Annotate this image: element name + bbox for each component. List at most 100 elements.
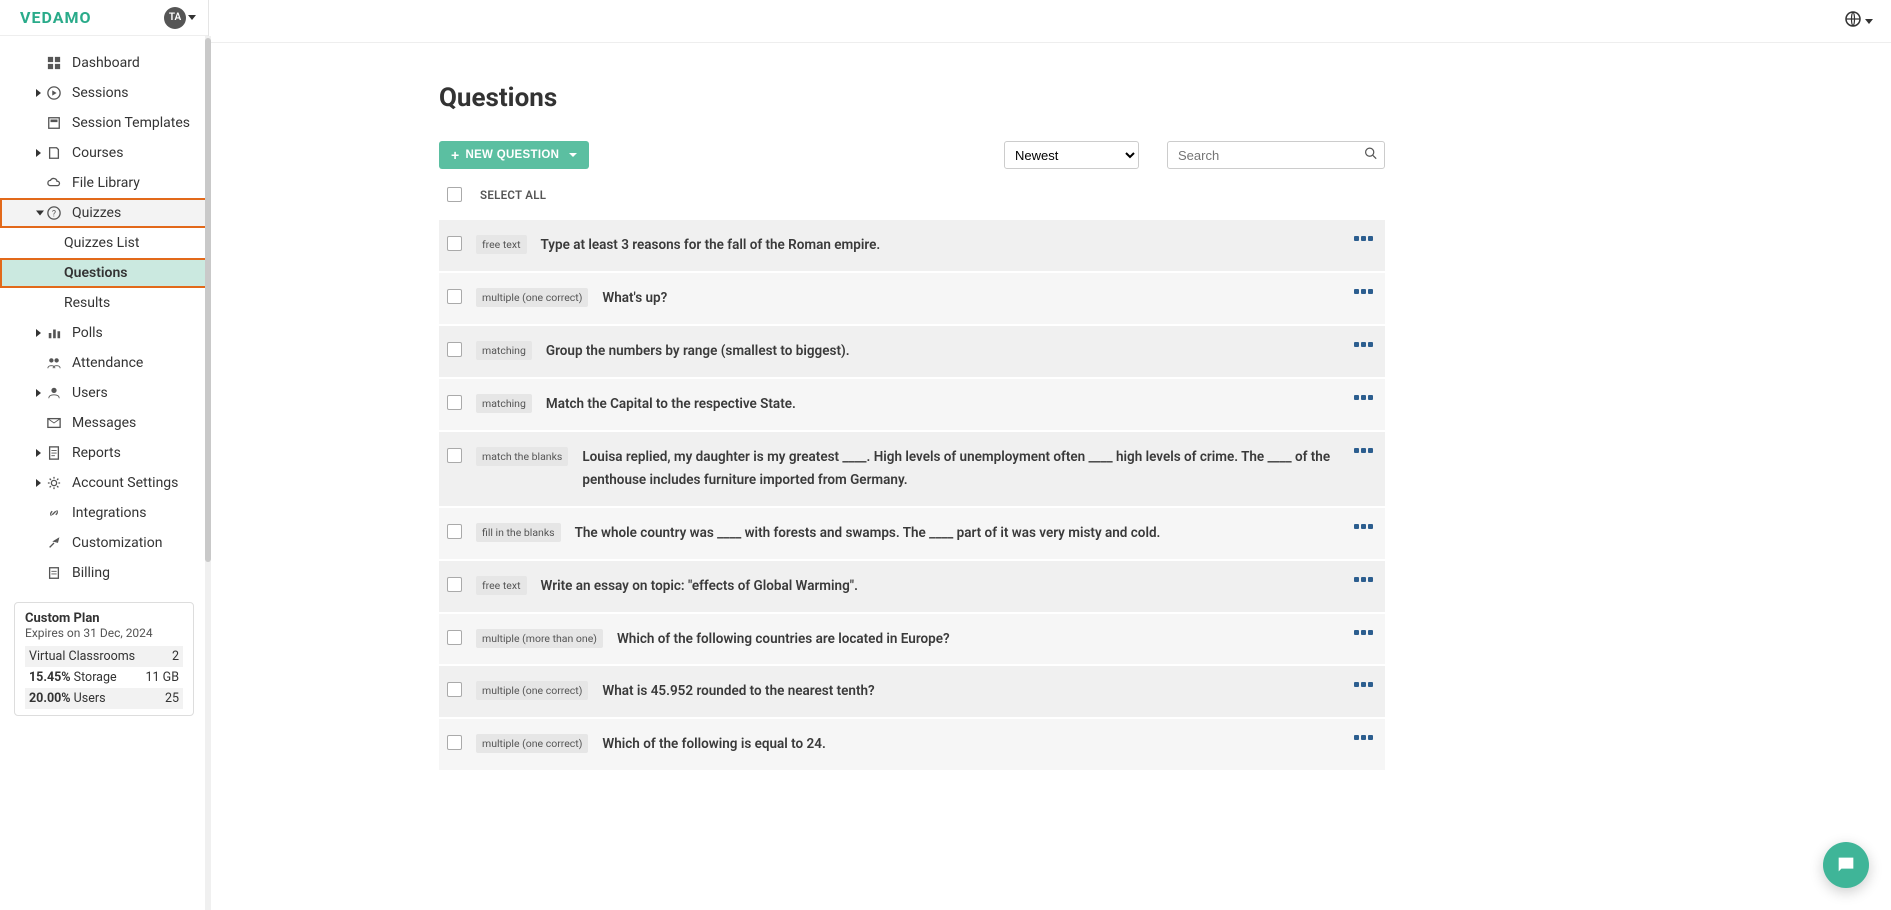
question-item[interactable]: free text Write an essay on topic: "effec… bbox=[439, 561, 1385, 614]
question-checkbox[interactable] bbox=[447, 577, 462, 592]
users-icon bbox=[46, 385, 62, 401]
nav-label: Account Settings bbox=[72, 475, 178, 491]
nav-integrations[interactable]: Integrations bbox=[0, 498, 208, 528]
question-checkbox[interactable] bbox=[447, 735, 462, 750]
question-item[interactable]: multiple (more than one)Which of the fol… bbox=[439, 614, 1385, 667]
question-item[interactable]: multiple (one correct)Which of the follo… bbox=[439, 719, 1385, 772]
question-text: Type at least 3 reasons for the fall of … bbox=[541, 234, 1341, 257]
search-icon[interactable] bbox=[1364, 147, 1377, 164]
question-actions-icon[interactable] bbox=[1354, 628, 1373, 635]
sort-select[interactable]: Newest bbox=[1004, 141, 1139, 169]
question-text: Write an essay on topic: "effects of Glo… bbox=[541, 575, 1341, 598]
nav-reports[interactable]: Reports bbox=[0, 438, 208, 468]
plan-row-users: 20.00% Users 25 bbox=[25, 688, 183, 709]
question-item[interactable]: matching Match the Capital to the respect… bbox=[439, 379, 1385, 432]
nav-customization[interactable]: Customization bbox=[0, 528, 208, 558]
nav-account-settings[interactable]: Account Settings bbox=[0, 468, 208, 498]
select-all-row: SELECT ALL bbox=[439, 183, 1385, 220]
question-item[interactable]: fill in the blanks The whole country was … bbox=[439, 508, 1385, 561]
chart-icon bbox=[46, 325, 62, 341]
question-actions-icon[interactable] bbox=[1354, 234, 1373, 241]
nav-label: Customization bbox=[72, 535, 162, 551]
nav-questions[interactable]: Questions 2 bbox=[0, 258, 208, 288]
nav-quizzes-list[interactable]: Quizzes List bbox=[0, 228, 208, 258]
right-controls: Newest bbox=[1004, 141, 1385, 169]
question-text: The whole country was ____ with forests … bbox=[575, 522, 1340, 545]
question-type-badge: multiple (one correct) bbox=[476, 288, 588, 307]
brand-logo[interactable]: VEDAMO bbox=[20, 8, 91, 27]
search-input[interactable] bbox=[1167, 141, 1385, 169]
nav-label: Attendance bbox=[72, 355, 143, 371]
question-checkbox[interactable] bbox=[447, 395, 462, 410]
nav-attendance[interactable]: Attendance bbox=[0, 348, 208, 378]
nav-dashboard[interactable]: Dashboard bbox=[0, 48, 208, 78]
sidebar-scroll-thumb[interactable] bbox=[205, 38, 211, 562]
nav-file-library[interactable]: File Library bbox=[0, 168, 208, 198]
language-caret-icon[interactable] bbox=[1865, 19, 1873, 24]
topbar bbox=[209, 0, 1891, 43]
question-actions-icon[interactable] bbox=[1354, 575, 1373, 582]
question-text: Louisa replied, my daughter is my greate… bbox=[582, 446, 1340, 492]
question-type-badge: fill in the blanks bbox=[476, 523, 561, 542]
new-question-button[interactable]: + NEW QUESTION bbox=[439, 141, 589, 169]
question-type-badge: matching bbox=[476, 394, 532, 413]
tools-icon bbox=[46, 535, 62, 551]
nav-label: Messages bbox=[72, 415, 136, 431]
question-type-badge: multiple (one correct) bbox=[476, 734, 588, 753]
question-item[interactable]: multiple (one correct)What is 45.952 rou… bbox=[439, 666, 1385, 719]
plus-icon: + bbox=[451, 148, 459, 162]
sidebar-scrollbar[interactable] bbox=[205, 36, 211, 910]
chat-widget[interactable] bbox=[1823, 842, 1869, 888]
plan-row-storage: 15.45% Storage 11 GB bbox=[25, 667, 183, 688]
question-actions-icon[interactable] bbox=[1354, 680, 1373, 687]
nav-results[interactable]: Results bbox=[0, 288, 208, 318]
globe-icon[interactable] bbox=[1845, 11, 1861, 31]
question-checkbox[interactable] bbox=[447, 342, 462, 357]
nav-sub-label: Quizzes List bbox=[64, 235, 139, 251]
select-all-checkbox[interactable] bbox=[447, 187, 462, 202]
nav-session-templates[interactable]: Session Templates bbox=[0, 108, 208, 138]
billing-icon bbox=[46, 565, 62, 581]
cloud-icon bbox=[46, 175, 62, 191]
question-actions-icon[interactable] bbox=[1354, 522, 1373, 529]
question-checkbox[interactable] bbox=[447, 682, 462, 697]
question-item[interactable]: multiple (one correct)What's up? bbox=[439, 273, 1385, 326]
plan-row-value: 25 bbox=[165, 691, 179, 706]
question-actions-icon[interactable] bbox=[1354, 340, 1373, 347]
question-actions-icon[interactable] bbox=[1354, 733, 1373, 740]
question-actions-icon[interactable] bbox=[1354, 393, 1373, 400]
user-menu[interactable]: TA bbox=[164, 7, 196, 29]
nav-quizzes[interactable]: ? Quizzes 1 bbox=[0, 198, 208, 228]
book-icon bbox=[46, 145, 62, 161]
nav-polls[interactable]: Polls bbox=[0, 318, 208, 348]
link-icon bbox=[46, 505, 62, 521]
question-checkbox[interactable] bbox=[447, 524, 462, 539]
question-checkbox[interactable] bbox=[447, 289, 462, 304]
nav-billing[interactable]: Billing bbox=[0, 558, 208, 588]
nav-label: Sessions bbox=[72, 85, 129, 101]
question-item[interactable]: free textType at least 3 reasons for the… bbox=[439, 220, 1385, 273]
question-checkbox[interactable] bbox=[447, 630, 462, 645]
nav-users[interactable]: Users bbox=[0, 378, 208, 408]
nav-sessions[interactable]: Sessions bbox=[0, 78, 208, 108]
question-type-badge: free text bbox=[476, 576, 527, 595]
question-text: Match the Capital to the respective Stat… bbox=[546, 393, 1340, 416]
nav-sub-label: Questions bbox=[64, 265, 127, 281]
question-item[interactable]: matchingGroup the numbers by range (smal… bbox=[439, 326, 1385, 379]
question-type-badge: multiple (more than one) bbox=[476, 629, 603, 648]
nav-courses[interactable]: Courses bbox=[0, 138, 208, 168]
chat-icon bbox=[1835, 854, 1857, 876]
question-checkbox[interactable] bbox=[447, 448, 462, 463]
new-question-label: NEW QUESTION bbox=[465, 149, 559, 161]
question-checkbox[interactable] bbox=[447, 236, 462, 251]
question-item[interactable]: match the blanksLouisa replied, my daugh… bbox=[439, 432, 1385, 508]
mail-icon bbox=[46, 415, 62, 431]
question-actions-icon[interactable] bbox=[1354, 287, 1373, 294]
report-icon bbox=[46, 445, 62, 461]
plan-row-vc: Virtual Classrooms 2 bbox=[25, 646, 183, 667]
question-actions-icon[interactable] bbox=[1354, 446, 1373, 453]
nav-label: Integrations bbox=[72, 505, 146, 521]
play-icon bbox=[46, 85, 62, 101]
nav-messages[interactable]: Messages bbox=[0, 408, 208, 438]
sidebar-header: VEDAMO TA bbox=[0, 0, 208, 36]
